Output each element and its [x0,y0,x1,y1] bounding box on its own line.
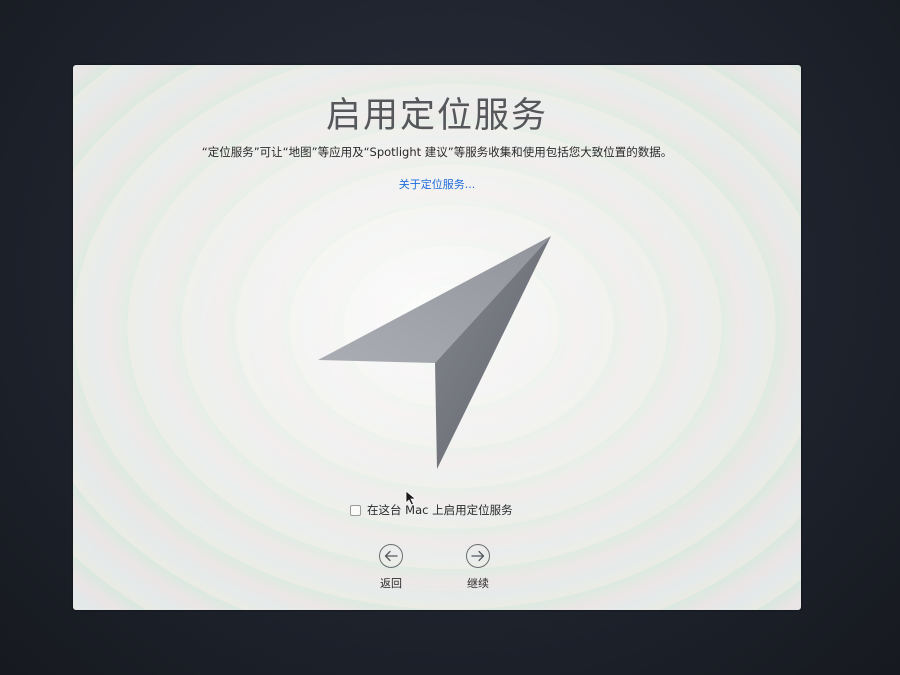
arrow-left-circle-icon[interactable] [379,544,403,568]
enable-location-option[interactable]: 在这台 Mac 上启用定位服务 [350,502,513,518]
mouse-pointer-icon [405,490,417,506]
setup-assistant-screen: 启用定位服务 “定位服务”可让“地图”等应用及“Spotlight 建议”等服务… [73,65,801,610]
page-description: “定位服务”可让“地图”等应用及“Spotlight 建议”等服务收集和使用包括… [201,145,673,159]
arrow-right-circle-icon[interactable] [466,544,490,568]
page-title: 启用定位服务 [325,96,548,136]
enable-location-label: 在这台 Mac 上启用定位服务 [367,503,513,517]
continue-label: 继续 [467,577,489,590]
physical-desk-background: 启用定位服务 “定位服务”可让“地图”等应用及“Spotlight 建议”等服务… [0,0,900,675]
back-button[interactable]: 返回 [361,544,421,591]
back-label: 返回 [380,577,402,590]
enable-location-checkbox[interactable] [350,504,361,516]
continue-button[interactable]: 继续 [448,544,508,591]
location-arrow-icon [313,233,558,473]
about-location-services-link[interactable]: 关于定位服务... [73,176,801,192]
